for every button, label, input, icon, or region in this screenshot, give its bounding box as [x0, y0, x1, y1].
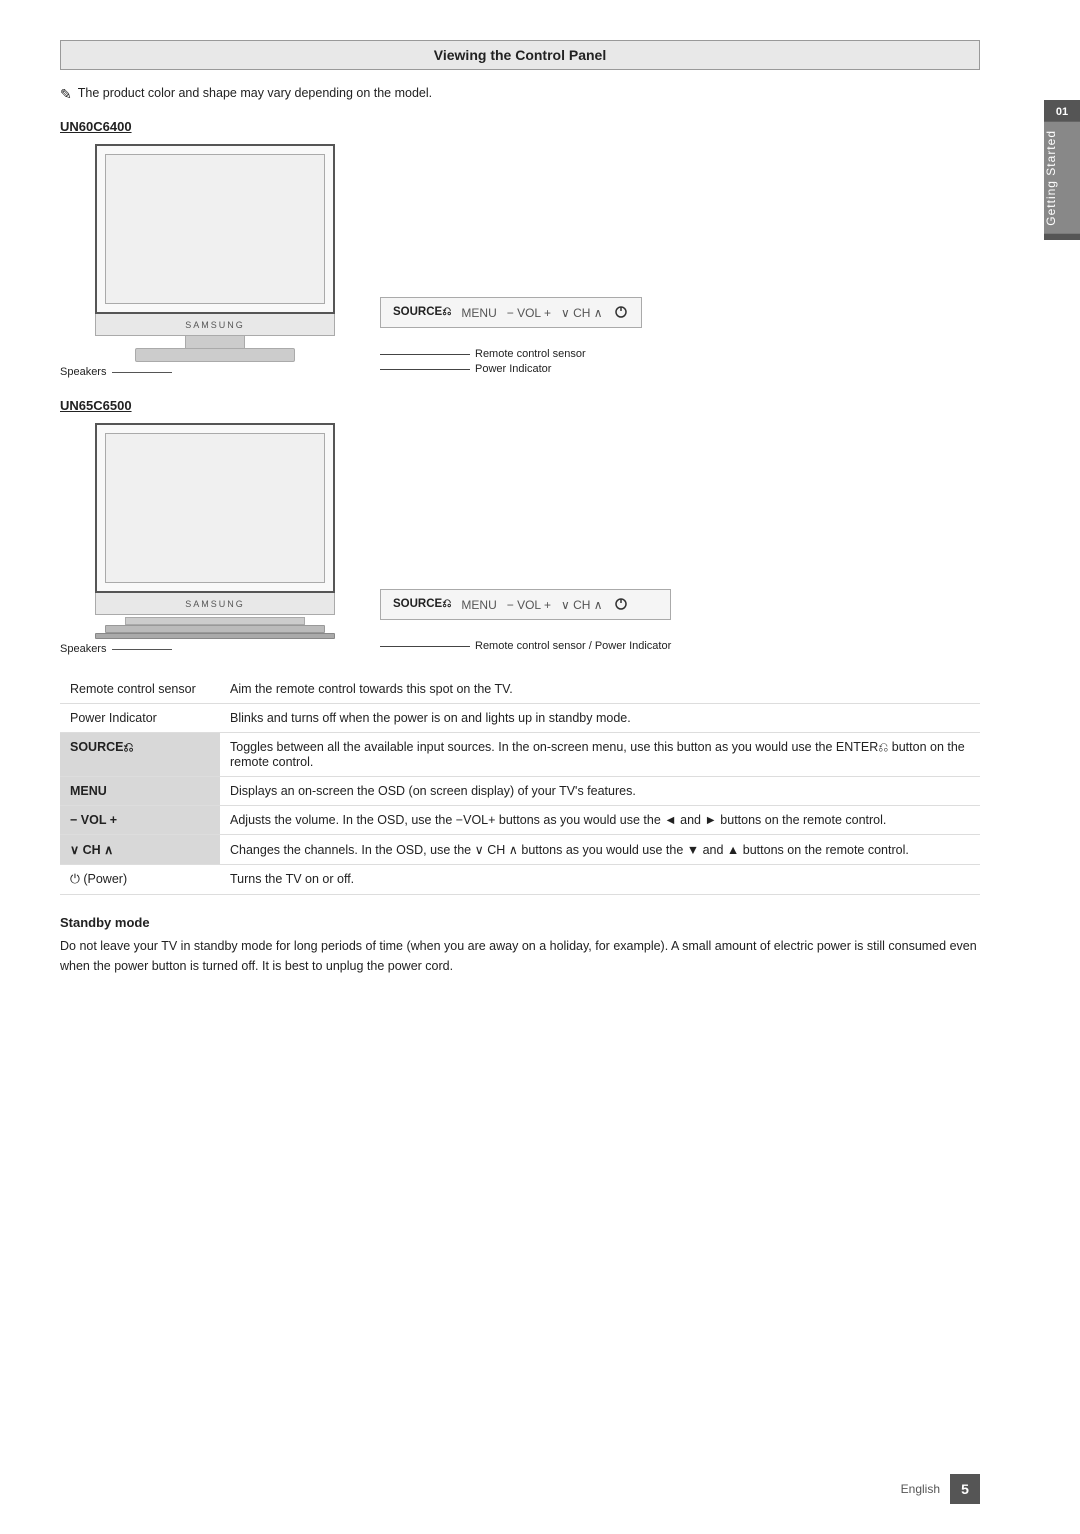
model2-tv-bezel: SAMSUNG: [95, 593, 335, 615]
model2-diagram-row: SAMSUNG Speakers SOUR: [60, 423, 980, 655]
table-cell-desc-5: Changes the channels. In the OSD, use th…: [220, 835, 980, 865]
model2-base-wide: [105, 625, 325, 633]
model2-tv-drawing: SAMSUNG Speakers: [60, 423, 370, 655]
model1-tv-screen-inner: [105, 154, 325, 304]
samsung-logo: SAMSUNG: [185, 320, 245, 330]
model2-ctrl-menu: MENU: [461, 598, 496, 612]
model1-sensor-lines: Remote control sensor Power Indicator: [380, 340, 642, 378]
chapter-number: 01: [1056, 106, 1068, 118]
model1-ctrl-source: SOURCE⎌: [393, 306, 451, 319]
table-cell-desc-3: Displays an on-screen the OSD (on screen…: [220, 777, 980, 806]
model2-stand-mid: [125, 617, 305, 625]
model2-speaker-label: Speakers: [60, 643, 370, 655]
model1-control-bar: SOURCE⎌ MENU − VOL + ∨ CH ∧: [380, 297, 642, 328]
table-cell-label-4: − VOL +: [60, 806, 220, 835]
table-cell-label-3: MENU: [60, 777, 220, 806]
model1-speaker-label: Speakers: [60, 366, 370, 378]
standby-heading: Standby mode: [60, 915, 980, 930]
note-icon: ✎: [60, 86, 72, 103]
model1-tv-stand-wrapper: SAMSUNG: [60, 144, 370, 362]
model1-tv-base: [135, 348, 295, 362]
note-line: ✎ The product color and shape may vary d…: [60, 86, 980, 103]
model2-tv-screen-outer: [95, 423, 335, 593]
model2-ctrl-source: SOURCE⎌: [393, 598, 451, 611]
model2-right-col: SOURCE⎌ MENU − VOL + ∨ CH ∧ Remote contr…: [380, 589, 671, 655]
table-cell-label-2: SOURCE⎌: [60, 733, 220, 777]
model2-tv-screen-inner: [105, 433, 325, 583]
model1-ctrl-power: [613, 303, 629, 322]
model2-speaker-text: Speakers: [60, 643, 106, 655]
model2-samsung-logo: SAMSUNG: [185, 599, 245, 609]
model1-tv-neck: [185, 336, 245, 348]
side-tab: 01 Getting Started: [1044, 100, 1080, 240]
table-cell-label-5: ∨ CH ∧: [60, 835, 220, 865]
table-cell-desc-6: Turns the TV on or off.: [220, 865, 980, 895]
model2-diagram: SAMSUNG Speakers SOUR: [60, 423, 980, 655]
table-cell-desc-2: Toggles between all the available input …: [220, 733, 980, 777]
model2-sensor-lines: Remote control sensor / Power Indicator: [380, 632, 671, 655]
model1-tv-screen-outer: [95, 144, 335, 314]
model2-ctrl-vol: − VOL +: [507, 598, 551, 612]
model1-tv-drawing: SAMSUNG Speakers: [60, 144, 370, 378]
model1-speaker-text: Speakers: [60, 366, 106, 378]
model1-ctrl-menu: MENU: [461, 306, 496, 320]
model1-right-col: SOURCE⎌ MENU − VOL + ∨ CH ∧ Remote contr…: [380, 297, 642, 378]
model2-stand-base: [95, 625, 335, 639]
info-table: Remote control sensorAim the remote cont…: [60, 675, 980, 895]
table-cell-label-0: Remote control sensor: [60, 675, 220, 704]
table-cell-desc-0: Aim the remote control towards this spot…: [220, 675, 980, 704]
footer: English 5: [901, 1474, 980, 1504]
standby-text: Do not leave your TV in standby mode for…: [60, 936, 980, 976]
note-text: The product color and shape may vary dep…: [78, 86, 432, 100]
model1-sensor-line1: [380, 354, 470, 355]
model1-ctrl-vol: − VOL +: [507, 306, 551, 320]
model1-diagram-row: SAMSUNG Speakers SOURCE⎌ MENU − VOL +: [60, 144, 980, 378]
section-title: Viewing the Control Panel: [60, 40, 980, 70]
chapter-title: Getting Started: [1044, 122, 1080, 234]
table-cell-desc-4: Adjusts the volume. In the OSD, use the …: [220, 806, 980, 835]
model2-ctrl-power: [613, 595, 629, 614]
main-content: Viewing the Control Panel ✎ The product …: [60, 40, 980, 976]
model2-base-wider: [95, 633, 335, 639]
model2-sensor-label1: Remote control sensor / Power Indicator: [380, 640, 671, 652]
model1-sensor-line2: [380, 369, 470, 370]
table-cell-label-1: Power Indicator: [60, 704, 220, 733]
model2-heading: UN65C6500: [60, 398, 980, 413]
table-cell-desc-1: Blinks and turns off when the power is o…: [220, 704, 980, 733]
model1-tv-bezel: SAMSUNG: [95, 314, 335, 336]
footer-page: 5: [950, 1474, 980, 1504]
model2-tv-stand-wrapper: SAMSUNG: [60, 423, 370, 639]
model1-speaker-line: [112, 372, 172, 373]
table-cell-label-6: ⏻ (Power): [60, 865, 220, 895]
model2-control-bar: SOURCE⎌ MENU − VOL + ∨ CH ∧: [380, 589, 671, 620]
model1-ctrl-ch: ∨ CH ∧: [561, 306, 603, 320]
model2-ctrl-ch: ∨ CH ∧: [561, 598, 603, 612]
model1-sensor-label1: Remote control sensor: [380, 348, 642, 360]
model2-speaker-line: [112, 649, 172, 650]
model2-sensor-line1: [380, 646, 470, 647]
model1-diagram: SAMSUNG Speakers SOURCE⎌ MENU − VOL +: [60, 144, 980, 378]
model1-heading: UN60C6400: [60, 119, 980, 134]
model1-sensor-label2: Power Indicator: [380, 363, 642, 375]
